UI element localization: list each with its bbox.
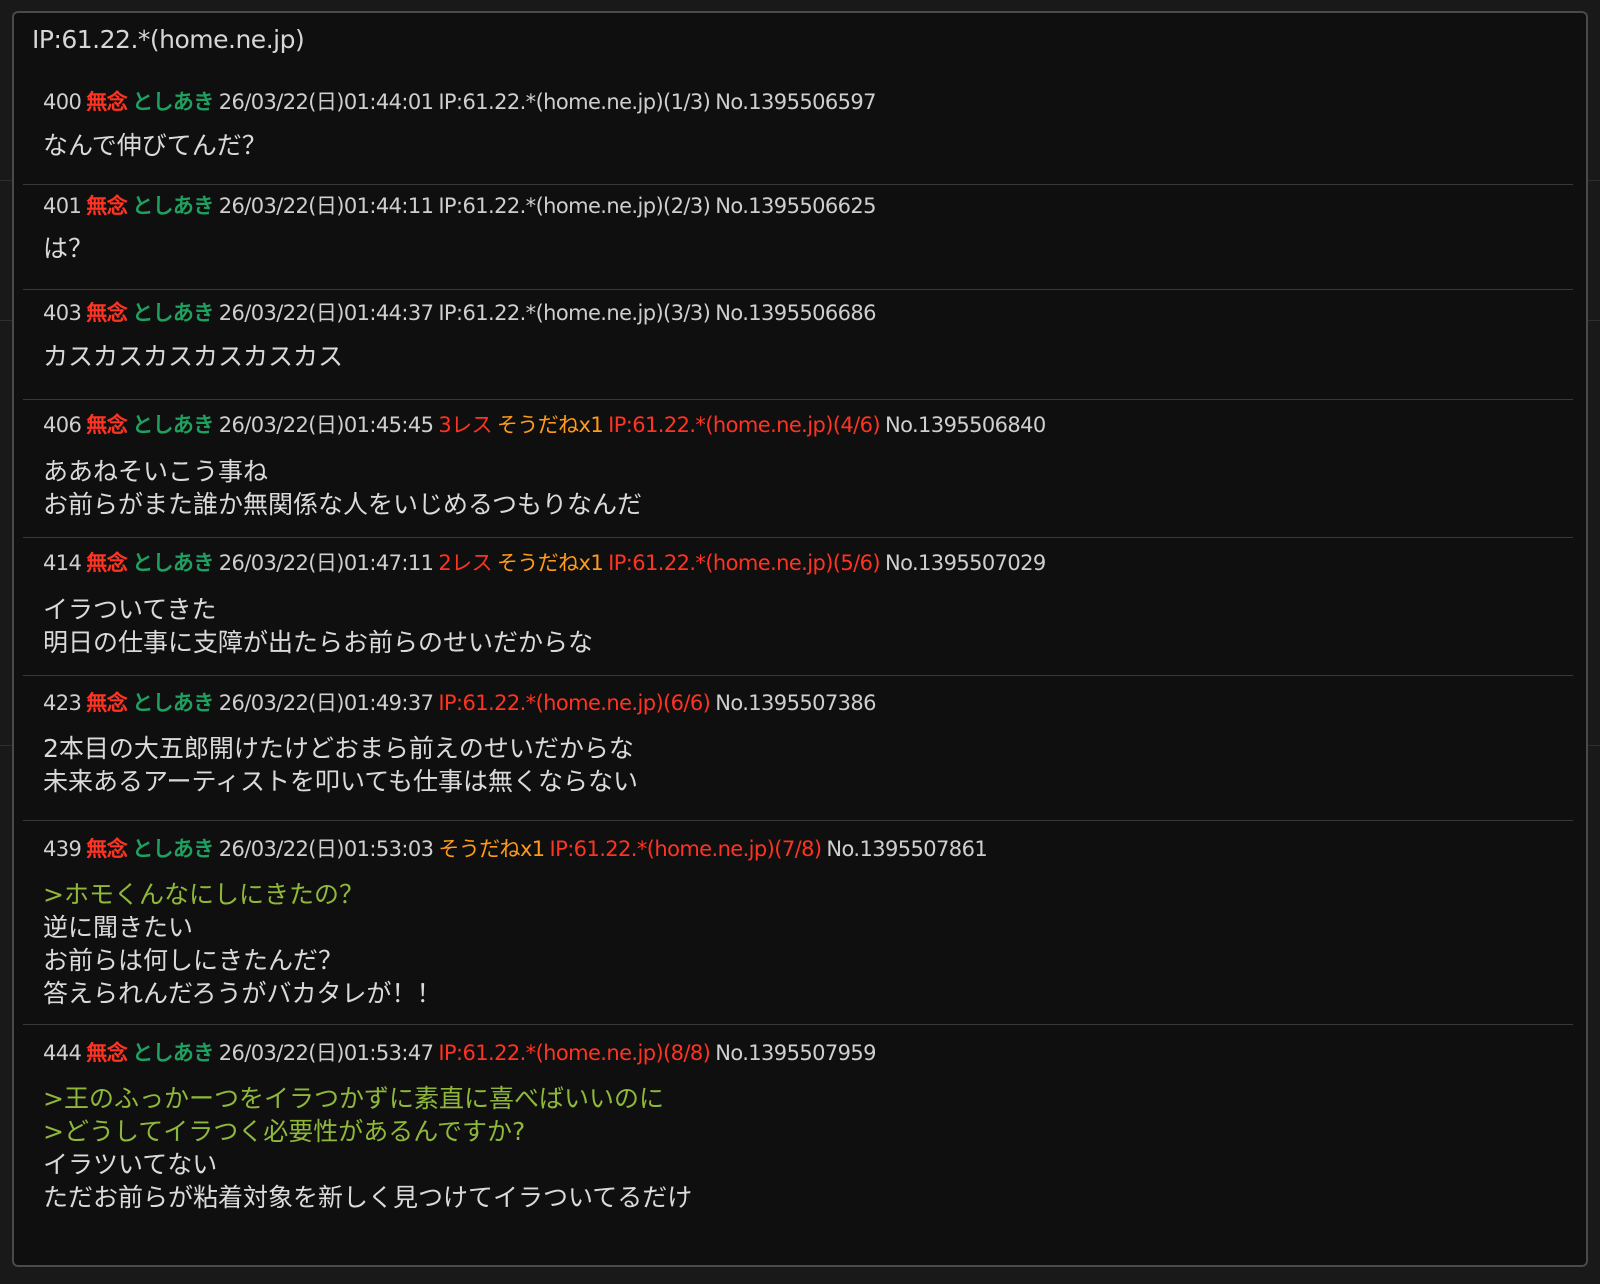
poster-name: としあき <box>132 413 214 437</box>
body-line: お前らは何しにきたんだ？ <box>43 946 344 975</box>
post-439: 439 無念 としあき 26/03/22(日)01:53:03 そうだねx1 IP:61.… <box>23 821 1573 1025</box>
post-number: 444 <box>43 1041 82 1065</box>
post-body: ああねそいこう事ねお前らがまた誰か無関係な人をいじめるつもりなんだ <box>43 455 642 521</box>
post-444: 444 無念 としあき 26/03/22(日)01:53:47 IP:61.22.*(h… <box>23 1025 1573 1245</box>
quote-line: >ホモくんなにしにきたの？ <box>43 880 364 909</box>
post-date: 26/03/22(日)01:53:03 <box>218 837 434 861</box>
post-subject: 無念 <box>86 90 128 114</box>
poster-name: としあき <box>132 551 214 575</box>
post-date: 26/03/22(日)01:44:01 <box>218 90 434 114</box>
post-no-link[interactable]: No.1395507029 <box>885 551 1046 575</box>
reply-count[interactable]: 2レス <box>438 551 492 575</box>
body-line: ただお前らが粘着対象を新しく見つけてイラついてるだけ <box>43 1183 693 1212</box>
post-header: 401 無念 としあき 26/03/22(日)01:44:11 IP:61.22.*(h… <box>43 192 881 220</box>
post-subject: 無念 <box>86 551 128 575</box>
post-no-link[interactable]: No.1395506597 <box>715 90 876 114</box>
post-body: >ホモくんなにしにきたの？ 逆に聞きたいお前らは何しにきたんだ？ 答えられんだろうが… <box>43 878 442 1010</box>
post-subject: 無念 <box>86 413 128 437</box>
body-line: 明日の仕事に支障が出たらお前らのせいだからな <box>43 628 594 657</box>
post-number: 439 <box>43 837 82 861</box>
post-no-link[interactable]: No.1395507959 <box>715 1041 876 1065</box>
post-no-link[interactable]: No.1395506625 <box>715 194 876 218</box>
post-body: は？ <box>43 232 93 265</box>
poster-name: としあき <box>132 691 214 715</box>
body-line: イラついてきた <box>43 595 217 624</box>
body-line: なんで伸びてんだ？ <box>43 131 267 160</box>
post-header: 414 無念 としあき 26/03/22(日)01:47:11 2レス そうだねx1 IP:… <box>43 549 1051 577</box>
post-header: 403 無念 としあき 26/03/22(日)01:44:37 IP:61.22.*(h… <box>43 299 881 327</box>
post-body: 2本目の大五郎開けたけどおまら前えのせいだからな 未来あるアーティストを叩いても仕… <box>43 732 638 798</box>
ip-posts-popup: IP:61.22.*(home.ne.jp) 400 無念 としあき 26/03/22… <box>12 11 1588 1267</box>
body-line: 未来あるアーティストを叩いても仕事は無くならない <box>43 767 639 796</box>
ip-link[interactable]: IP:61.22.*(home.ne.jp)(8/8) <box>438 1041 710 1065</box>
post-number: 401 <box>43 194 82 218</box>
body-line: 2本目の大五郎開けたけどおまら前えのせいだからな <box>43 734 634 763</box>
post-date: 26/03/22(日)01:47:11 <box>218 551 434 575</box>
post-no-link[interactable]: No.1395507386 <box>715 691 876 715</box>
post-no-link[interactable]: No.1395506840 <box>885 413 1046 437</box>
post-date: 26/03/22(日)01:53:47 <box>218 1041 434 1065</box>
post-414: 414 無念 としあき 26/03/22(日)01:47:11 2レス そうだねx1 IP:… <box>23 538 1573 676</box>
post-no-link[interactable]: No.1395507861 <box>826 837 987 861</box>
post-406: 406 無念 としあき 26/03/22(日)01:45:45 3レス そうだねx1 IP:… <box>23 400 1573 538</box>
post-401: 401 無念 としあき 26/03/22(日)01:44:11 IP:61.22.*(h… <box>23 185 1573 290</box>
post-body: イラついてきた明日の仕事に支障が出たらお前らのせいだからな <box>43 593 593 659</box>
body-line: 答えられんだろうがバカタレが！！ <box>43 979 442 1008</box>
post-body: カスカスカスカスカスカス <box>43 340 343 373</box>
post-number: 406 <box>43 413 82 437</box>
body-line: ああねそいこう事ね <box>43 457 269 486</box>
ip-link[interactable]: IP:61.22.*(home.ne.jp)(7/8) <box>550 837 822 861</box>
ip-link[interactable]: IP:61.22.*(home.ne.jp)(2/3) <box>438 194 710 218</box>
soudane-button[interactable]: そうだねx1 <box>497 551 604 575</box>
quote-line: >どうしてイラつく必要性があるんですか? <box>43 1117 526 1146</box>
ip-link[interactable]: IP:61.22.*(home.ne.jp)(6/6) <box>438 691 710 715</box>
soudane-button[interactable]: そうだねx1 <box>497 413 604 437</box>
ip-link[interactable]: IP:61.22.*(home.ne.jp)(3/3) <box>438 301 710 325</box>
poster-name: としあき <box>132 301 214 325</box>
post-423: 423 無念 としあき 26/03/22(日)01:49:37 IP:61.22.*(h… <box>23 676 1573 821</box>
poster-name: としあき <box>132 1041 214 1065</box>
post-date: 26/03/22(日)01:49:37 <box>218 691 434 715</box>
post-400: 400 無念 としあき 26/03/22(日)01:44:01 IP:61.22.*(h… <box>23 81 1573 185</box>
poster-name: としあき <box>132 90 214 114</box>
body-line: カスカスカスカスカスカス <box>43 342 344 371</box>
post-date: 26/03/22(日)01:45:45 <box>218 413 434 437</box>
post-403: 403 無念 としあき 26/03/22(日)01:44:37 IP:61.22.*(h… <box>23 290 1573 400</box>
post-list: 400 無念 としあき 26/03/22(日)01:44:01 IP:61.22.*(h… <box>23 81 1573 1245</box>
post-number: 414 <box>43 551 82 575</box>
poster-name: としあき <box>132 837 214 861</box>
post-header: 423 無念 としあき 26/03/22(日)01:49:37 IP:61.22.*(h… <box>43 689 881 717</box>
poster-name: としあき <box>132 194 214 218</box>
body-line: 逆に聞きたい <box>43 913 194 942</box>
post-body: なんで伸びてんだ？ <box>43 129 267 162</box>
post-subject: 無念 <box>86 194 128 218</box>
popup-title: IP:61.22.*(home.ne.jp) <box>32 25 305 54</box>
post-header: 439 無念 としあき 26/03/22(日)01:53:03 そうだねx1 IP:61.… <box>43 835 992 863</box>
post-number: 423 <box>43 691 82 715</box>
post-no-link[interactable]: No.1395506686 <box>715 301 876 325</box>
post-date: 26/03/22(日)01:44:11 <box>218 194 434 218</box>
quote-line: >王のふっかーつをイラつかずに素直に喜べばいいのに <box>43 1084 664 1113</box>
post-header: 444 無念 としあき 26/03/22(日)01:53:47 IP:61.22.*(h… <box>43 1039 881 1067</box>
post-subject: 無念 <box>86 837 128 861</box>
post-header: 406 無念 としあき 26/03/22(日)01:45:45 3レス そうだねx1 IP:… <box>43 411 1051 439</box>
ip-link[interactable]: IP:61.22.*(home.ne.jp)(4/6) <box>608 413 880 437</box>
post-subject: 無念 <box>86 301 128 325</box>
body-line: イラツいてない <box>43 1150 218 1179</box>
body-line: は？ <box>43 234 94 263</box>
post-subject: 無念 <box>86 1041 128 1065</box>
post-number: 403 <box>43 301 82 325</box>
ip-link[interactable]: IP:61.22.*(home.ne.jp)(5/6) <box>608 551 880 575</box>
reply-count[interactable]: 3レス <box>438 413 492 437</box>
post-number: 400 <box>43 90 82 114</box>
post-body: >王のふっかーつをイラつかずに素直に喜べばいいのに >どうしてイラつく必要性がある… <box>43 1082 692 1214</box>
post-date: 26/03/22(日)01:44:37 <box>218 301 434 325</box>
post-header: 400 無念 としあき 26/03/22(日)01:44:01 IP:61.22.*(h… <box>43 88 881 116</box>
post-subject: 無念 <box>86 691 128 715</box>
ip-link[interactable]: IP:61.22.*(home.ne.jp)(1/3) <box>438 90 710 114</box>
soudane-button[interactable]: そうだねx1 <box>438 837 545 861</box>
body-line: お前らがまた誰か無関係な人をいじめるつもりなんだ <box>43 490 643 519</box>
